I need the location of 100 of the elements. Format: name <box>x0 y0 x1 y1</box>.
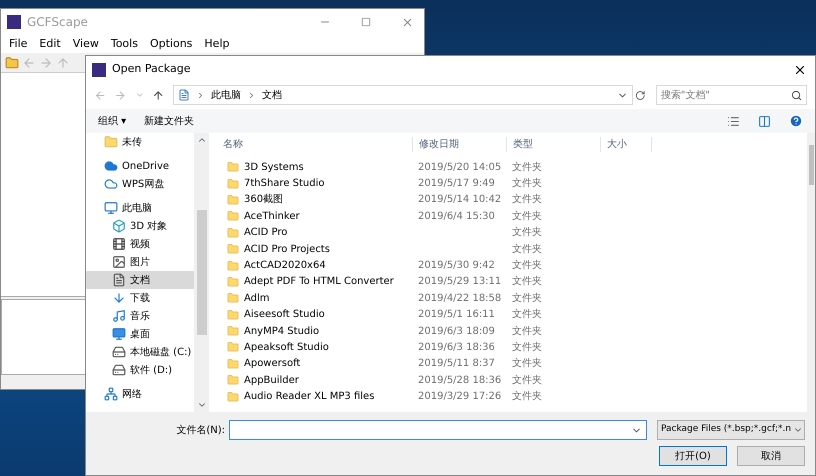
type-cell-text: 文件夹 <box>511 374 543 388</box>
refresh-icon[interactable] <box>635 90 646 100</box>
file-name[interactable]: AppBuilder <box>244 372 299 388</box>
breadcrumb-item[interactable]: 此电脑 <box>210 88 241 102</box>
nav-item[interactable]: 下载 <box>86 289 194 307</box>
network-icon <box>104 387 118 401</box>
drive-icon <box>112 345 126 359</box>
file-name[interactable]: Adlm <box>244 290 270 306</box>
type-cell-text: 文件夹 <box>511 242 543 257</box>
type-cell-text: 文件夹 <box>511 192 543 208</box>
drive-icon <box>112 363 126 377</box>
dialog-title: Open Package <box>112 61 190 78</box>
preview-pane-icon[interactable] <box>758 114 771 128</box>
search-icon[interactable] <box>791 90 802 100</box>
nav-item[interactable]: 音乐 <box>86 307 194 325</box>
column-header[interactable]: 类型 <box>506 136 600 152</box>
file-name[interactable]: ActCAD2020x64 <box>244 258 326 274</box>
file-name[interactable]: Aiseesoft Studio <box>244 307 325 322</box>
cancel-button[interactable]: 取消 <box>737 446 805 466</box>
file-name[interactable]: ACID Pro Projects <box>244 242 330 257</box>
menu-item[interactable]: Tools <box>106 36 142 52</box>
nav-item[interactable]: 未传 <box>86 133 194 151</box>
date-cell-text: 2019/5/30 9:42 <box>417 259 496 274</box>
nav-item[interactable]: 桌面 <box>86 325 194 343</box>
menu-item[interactable]: Options <box>146 36 196 52</box>
address-bar[interactable]: 此电脑 文档 <box>172 85 634 105</box>
picture-icon <box>112 255 126 269</box>
download-icon <box>112 291 126 305</box>
filename-label: 文件名(N): <box>176 424 225 438</box>
scrollbar[interactable] <box>194 133 209 412</box>
folder-icon <box>227 210 239 222</box>
nav-item[interactable]: 软件 (D:) <box>86 361 194 379</box>
up-icon[interactable] <box>152 88 165 102</box>
file-name[interactable]: Adept PDF To HTML Converter <box>244 274 394 290</box>
column-header[interactable]: 修改日期 <box>412 136 506 152</box>
column-header[interactable]: 大小 <box>600 136 652 152</box>
file-name[interactable]: Apowersoft <box>244 356 300 372</box>
folder-icon <box>104 135 118 149</box>
type-cell-text: 文件夹 <box>511 308 543 322</box>
search-input[interactable]: 搜索"文档" <box>660 88 791 102</box>
nav-item[interactable]: 文档 <box>86 271 194 289</box>
type-cell-text: 文件夹 <box>511 390 543 404</box>
date-cell-text: 2019/6/4 15:30 <box>417 210 496 224</box>
menu-item[interactable]: Help <box>200 36 234 52</box>
file-name[interactable]: AceThinker <box>244 208 300 224</box>
search-field[interactable]: 搜索"文档" <box>656 85 807 105</box>
filetype-dropdown[interactable]: Package Files (*.bsp;*.gcf;*.n <box>657 420 805 440</box>
help-icon[interactable] <box>789 114 803 128</box>
folder-icon <box>227 194 239 206</box>
filename-field[interactable] <box>229 420 647 440</box>
file-name[interactable]: ACID Pro <box>244 225 288 240</box>
column-header[interactable]: 名称 <box>209 136 412 152</box>
type-cell-text: 文件夹 <box>511 176 543 192</box>
menu-item[interactable]: File <box>5 36 32 52</box>
nav-item[interactable]: OneDrive <box>86 157 194 175</box>
date-cell-text: 2019/5/1 16:11 <box>417 308 496 322</box>
folder-icon <box>227 358 239 370</box>
nav-item[interactable]: 视频 <box>86 235 194 253</box>
type-cell-text: 文件夹 <box>511 324 543 339</box>
forward-icon[interactable] <box>114 88 127 102</box>
back-icon[interactable] <box>94 88 106 102</box>
nav-item[interactable]: 网络 <box>86 385 194 403</box>
file-name[interactable]: 360截图 <box>244 192 284 208</box>
file-name[interactable]: Audio Reader XL MP3 files <box>244 389 374 404</box>
maximize-icon[interactable] <box>361 17 371 27</box>
date-cell-text: 2019/6/3 18:36 <box>417 340 496 355</box>
nav-item[interactable]: 3D 对象 <box>86 217 194 235</box>
folder-icon <box>227 226 239 239</box>
type-cell-text: 文件夹 <box>511 274 543 290</box>
view-icon[interactable] <box>727 114 740 128</box>
new-folder-button[interactable]: 新建文件夹 <box>144 114 194 128</box>
cube-icon <box>112 219 126 233</box>
open-folder-icon[interactable] <box>5 56 19 70</box>
nav-item[interactable]: 此电脑 <box>86 199 194 217</box>
folder-icon <box>227 243 239 256</box>
date-cell-text: 2019/5/11 8:37 <box>417 357 496 372</box>
menu-item[interactable]: View <box>68 36 103 52</box>
nav-item[interactable]: 图片 <box>86 253 194 271</box>
app-logo-icon <box>7 15 21 29</box>
folder-icon <box>227 292 239 304</box>
type-cell-text: 文件夹 <box>511 292 543 306</box>
breadcrumb-item[interactable]: 文档 <box>262 88 282 102</box>
file-name[interactable]: Apeaksoft Studio <box>244 340 329 355</box>
type-cell-text: 文件夹 <box>511 226 543 240</box>
desktop-icon <box>112 327 126 341</box>
nav-item[interactable]: 本地磁盘 (C:) <box>86 343 194 361</box>
date-cell-text: 2019/5/28 18:36 <box>417 374 502 388</box>
folder-icon <box>227 390 239 403</box>
organize-button[interactable]: 组织 ▾ <box>98 114 126 128</box>
scrollbar[interactable] <box>807 133 815 412</box>
type-cell-text: 文件夹 <box>511 258 543 274</box>
file-name[interactable]: 3D Systems <box>244 160 304 175</box>
file-name[interactable]: AnyMP4 Studio <box>244 324 320 339</box>
nav-item[interactable]: WPS网盘 <box>86 175 194 193</box>
document-icon <box>112 273 126 287</box>
menu-item[interactable]: Edit <box>35 36 65 52</box>
open-button[interactable]: 打开(O) <box>659 446 727 466</box>
type-cell-text: 文件夹 <box>511 160 543 175</box>
type-cell-text: 文件夹 <box>511 356 543 372</box>
file-name[interactable]: 7thShare Studio <box>244 176 325 192</box>
